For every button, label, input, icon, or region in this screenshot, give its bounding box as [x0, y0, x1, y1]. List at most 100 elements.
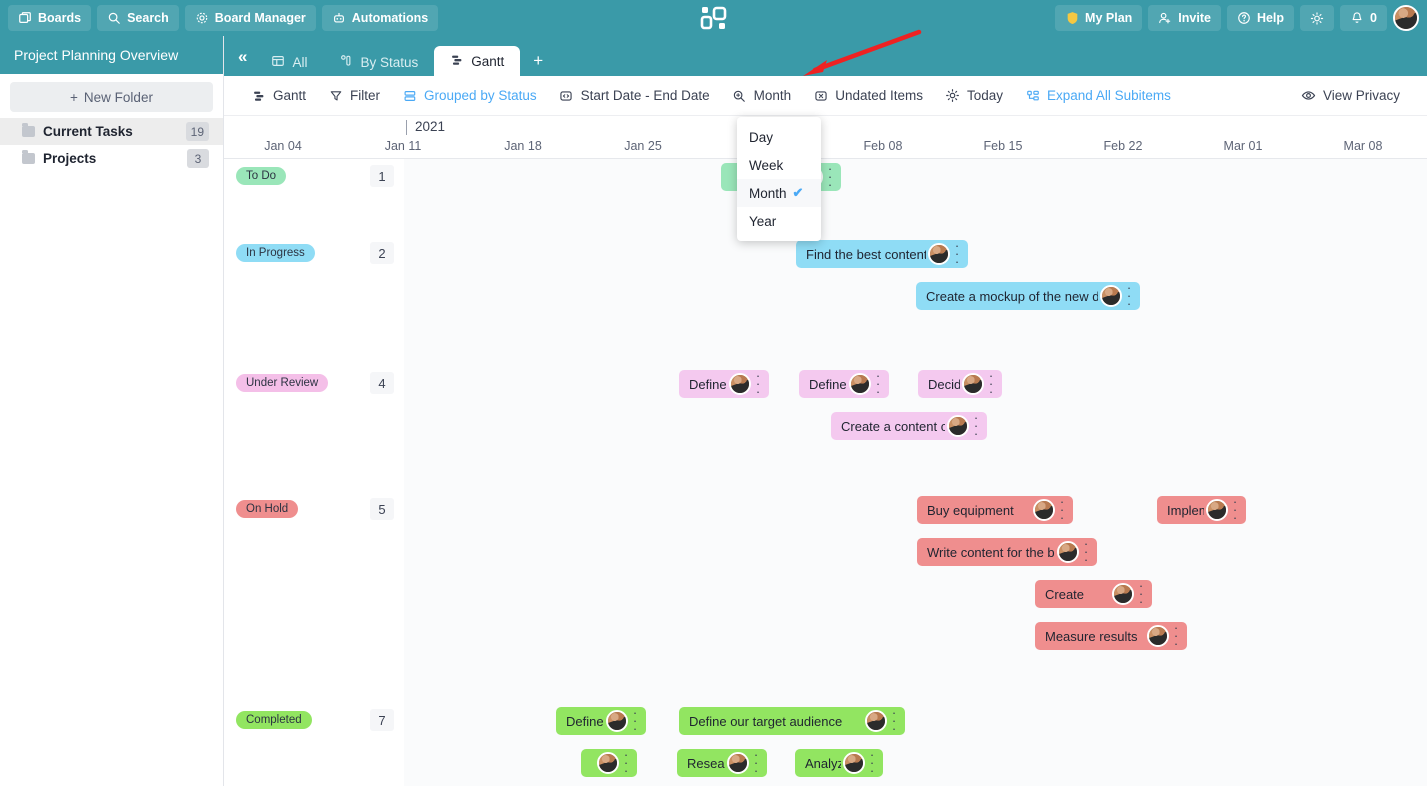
gantt-task-menu-icon[interactable]: · · · — [1122, 282, 1136, 310]
user-avatar[interactable] — [1393, 5, 1419, 31]
check-icon: ✔ — [792, 185, 804, 200]
gantt-task-menu-icon[interactable]: · · · — [871, 370, 885, 398]
search-button[interactable]: Search — [97, 5, 179, 31]
board-manager-button[interactable]: Board Manager — [184, 5, 316, 31]
gantt-task-avatar[interactable] — [1206, 499, 1228, 521]
status-badge[interactable]: On Hold — [236, 500, 299, 518]
toolbar-grouped-by-button[interactable]: Grouped by Status — [391, 82, 548, 110]
gantt-task-menu-icon[interactable]: · · · — [950, 240, 964, 268]
app-logo[interactable] — [700, 5, 728, 31]
gantt-task-avatar[interactable] — [606, 710, 628, 732]
toolbar-today-button[interactable]: Today — [934, 82, 1014, 110]
dropdown-option-week[interactable]: Week — [737, 151, 821, 179]
gantt-task-menu-icon[interactable]: · · · — [969, 412, 983, 440]
dropdown-option-month[interactable]: Month ✔ — [737, 179, 821, 207]
add-tab-button[interactable]: + — [520, 51, 556, 76]
toolbar-gantt-label: Gantt — [273, 88, 307, 103]
sidebar-item-projects[interactable]: Projects 3 — [0, 145, 223, 172]
sidebar-item-current-tasks[interactable]: Current Tasks 19 — [0, 118, 223, 145]
gantt-task-avatar[interactable] — [729, 373, 751, 395]
kanban-icon — [339, 54, 353, 71]
gantt-task-menu-icon[interactable]: · · · — [751, 370, 765, 398]
collapse-sidebar-button[interactable]: « — [224, 47, 255, 76]
gantt-task-menu-icon[interactable]: · · · — [1079, 538, 1093, 566]
gantt-task-bar[interactable]: Write content for the blog ··· — [917, 538, 1097, 566]
board-manager-button-label: Board Manager — [214, 11, 306, 25]
gantt-task-label: Define our target audience — [689, 713, 843, 729]
gantt-task-bar[interactable]: Create a content calendar ··· — [831, 412, 987, 440]
gantt-task-avatar[interactable] — [865, 710, 887, 732]
gantt-task-avatar[interactable] — [1147, 625, 1169, 647]
gantt-task-menu-icon[interactable]: · · · — [749, 749, 763, 777]
gantt-task-menu-icon[interactable]: · · · — [1228, 496, 1242, 524]
help-button[interactable]: Help — [1226, 5, 1295, 31]
toolbar-expand-subitems-button[interactable]: Expand All Subitems — [1014, 82, 1182, 110]
gantt-task-bar[interactable]: Define · · · — [679, 370, 769, 398]
gantt-task-avatar[interactable] — [1112, 583, 1134, 605]
gantt-task-menu-icon[interactable]: · · · — [865, 749, 879, 777]
gantt-task-avatar[interactable] — [1100, 285, 1122, 307]
gantt-task-menu-icon[interactable]: · · · — [887, 707, 901, 735]
gantt-task-avatar[interactable] — [1033, 499, 1055, 521]
gantt-task-label: Create a mockup of the new design — [926, 288, 1098, 304]
theme-toggle-button[interactable] — [1300, 5, 1335, 31]
gantt-task-bar[interactable]: · · · — [581, 749, 637, 777]
gantt-task-bar[interactable]: Decide ··· — [918, 370, 1002, 398]
tab-all[interactable]: All — [255, 48, 323, 76]
gantt-task-bar[interactable]: Research ··· — [677, 749, 767, 777]
automations-button[interactable]: Automations — [321, 5, 439, 31]
gantt-task-avatar[interactable] — [727, 752, 749, 774]
gantt-task-avatar[interactable] — [849, 373, 871, 395]
toolbar-today-label: Today — [967, 88, 1004, 103]
gantt-task-bar[interactable]: Define · · · — [556, 707, 646, 735]
gantt-date-tick: Jan 11 — [384, 139, 422, 153]
gantt-task-menu-icon[interactable]: · · · — [984, 370, 998, 398]
dropdown-option-year[interactable]: Year — [737, 207, 821, 235]
gantt-task-bar[interactable]: Measure results · · · — [1035, 622, 1187, 650]
gantt-task-bar[interactable]: Analyze ··· — [795, 749, 883, 777]
toolbar-zoom-level-button[interactable]: Month — [721, 82, 803, 110]
gantt-task-avatar[interactable] — [843, 752, 865, 774]
toolbar-undated-items-button[interactable]: Undated Items — [802, 82, 934, 110]
toolbar-gantt-button[interactable]: Gantt — [240, 82, 317, 110]
gantt-task-avatar[interactable] — [597, 752, 619, 774]
gantt-task-bar[interactable]: Define · · · — [799, 370, 889, 398]
dropdown-option-label: Year — [749, 213, 777, 229]
invite-button[interactable]: Invite — [1148, 5, 1221, 31]
gantt-task-bar[interactable]: Buy equipment · · · — [917, 496, 1073, 524]
gantt-task-bar[interactable]: Create · · · — [1035, 580, 1152, 608]
gantt-task-bar[interactable]: Define our target audience · · · — [679, 707, 905, 735]
boards-button[interactable]: Boards — [8, 5, 92, 31]
status-badge[interactable]: To Do — [236, 167, 287, 185]
gantt-task-menu-icon[interactable]: · · · — [619, 749, 633, 777]
tab-gantt[interactable]: Gantt — [434, 46, 521, 76]
tab-by-status[interactable]: By Status — [323, 48, 434, 76]
status-badge[interactable]: Completed — [236, 711, 312, 729]
toolbar-date-range-button[interactable]: Start Date - End Date — [548, 82, 721, 110]
new-folder-button[interactable]: + New Folder — [10, 82, 213, 112]
gantt-task-bar[interactable]: Create a mockup of the new design ··· — [916, 282, 1140, 310]
gantt-task-menu-icon[interactable]: · · · — [1134, 580, 1148, 608]
gantt-task-avatar[interactable] — [1057, 541, 1079, 563]
boards-icon — [18, 11, 32, 25]
status-badge[interactable]: Under Review — [236, 374, 329, 392]
notifications-button[interactable]: 0 — [1340, 5, 1387, 31]
dropdown-option-day[interactable]: Day — [737, 123, 821, 151]
group-item-count: 4 — [370, 372, 394, 394]
gantt-task-menu-icon[interactable]: · · · — [1169, 622, 1183, 650]
gantt-task-menu-icon[interactable]: · · · — [628, 707, 642, 735]
gantt-date-tick: Feb 15 — [983, 139, 1023, 153]
toolbar-filter-button[interactable]: Filter — [317, 82, 391, 110]
toolbar-view-privacy-button[interactable]: View Privacy — [1290, 82, 1411, 110]
my-plan-button[interactable]: My Plan — [1055, 5, 1143, 31]
gantt-task-avatar[interactable] — [928, 243, 950, 265]
gantt-task-bar[interactable]: Implement ··· — [1157, 496, 1246, 524]
gantt-task-menu-icon[interactable]: · · · — [1055, 496, 1069, 524]
gantt-task-avatar[interactable] — [962, 373, 984, 395]
gantt-task-avatar[interactable] — [947, 415, 969, 437]
status-badge[interactable]: In Progress — [236, 244, 315, 262]
gantt-task-bar[interactable]: Find the best content · · · — [796, 240, 968, 268]
new-folder-label: New Folder — [83, 89, 153, 105]
boards-button-label: Boards — [38, 11, 82, 25]
gantt-task-menu-icon[interactable]: · · · — [823, 163, 837, 191]
